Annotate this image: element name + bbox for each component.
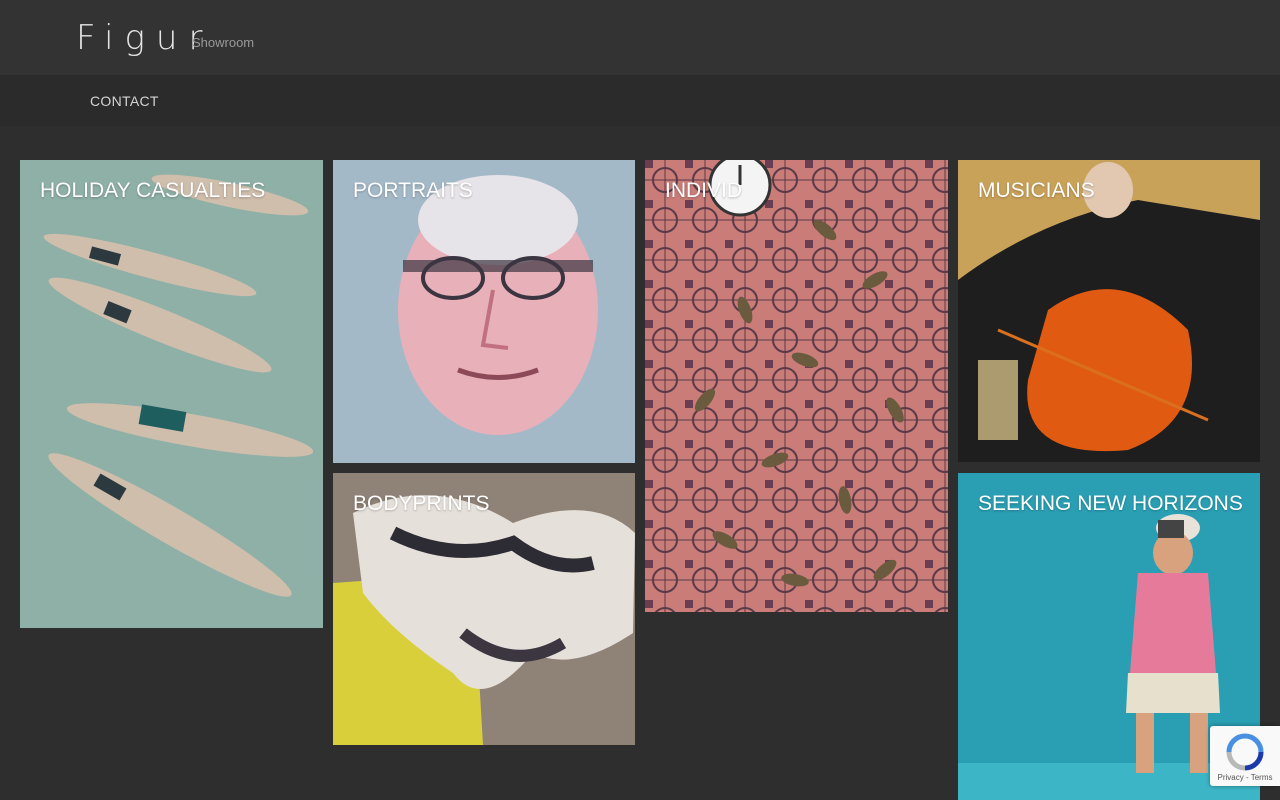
tile-title: SEEKING NEW HORIZONS <box>978 492 1243 515</box>
gallery-tile-bodyprints[interactable]: BODYPRINTS <box>333 473 635 745</box>
main-nav: CONTACT <box>0 75 1280 126</box>
gallery-tile-holiday-casualties[interactable]: HOLIDAY CASUALTIES <box>20 160 323 628</box>
gallery-tile-musicians[interactable]: MUSICIANS <box>958 160 1260 462</box>
gallery-tile-individ[interactable]: INDIVID <box>645 160 948 612</box>
musicians-artwork <box>958 160 1260 462</box>
individ-artwork <box>645 160 948 612</box>
site-header: Figur Showroom <box>0 0 1280 75</box>
recaptcha-links[interactable]: Privacy - Terms <box>1210 773 1280 782</box>
gallery-tile-portraits[interactable]: PORTRAITS <box>333 160 635 463</box>
tile-title: BODYPRINTS <box>353 492 490 515</box>
tile-title: MUSICIANS <box>978 179 1095 202</box>
holiday-casualties-artwork <box>20 160 323 628</box>
nav-item-contact[interactable]: CONTACT <box>90 93 159 109</box>
tile-title: PORTRAITS <box>353 179 473 202</box>
recaptcha-icon <box>1226 733 1264 771</box>
tile-title: HOLIDAY CASUALTIES <box>40 179 266 202</box>
recaptcha-badge[interactable]: Privacy - Terms <box>1210 726 1280 786</box>
site-tagline: Showroom <box>192 35 255 50</box>
portraits-artwork <box>333 160 635 463</box>
tile-title: INDIVID <box>665 179 743 202</box>
